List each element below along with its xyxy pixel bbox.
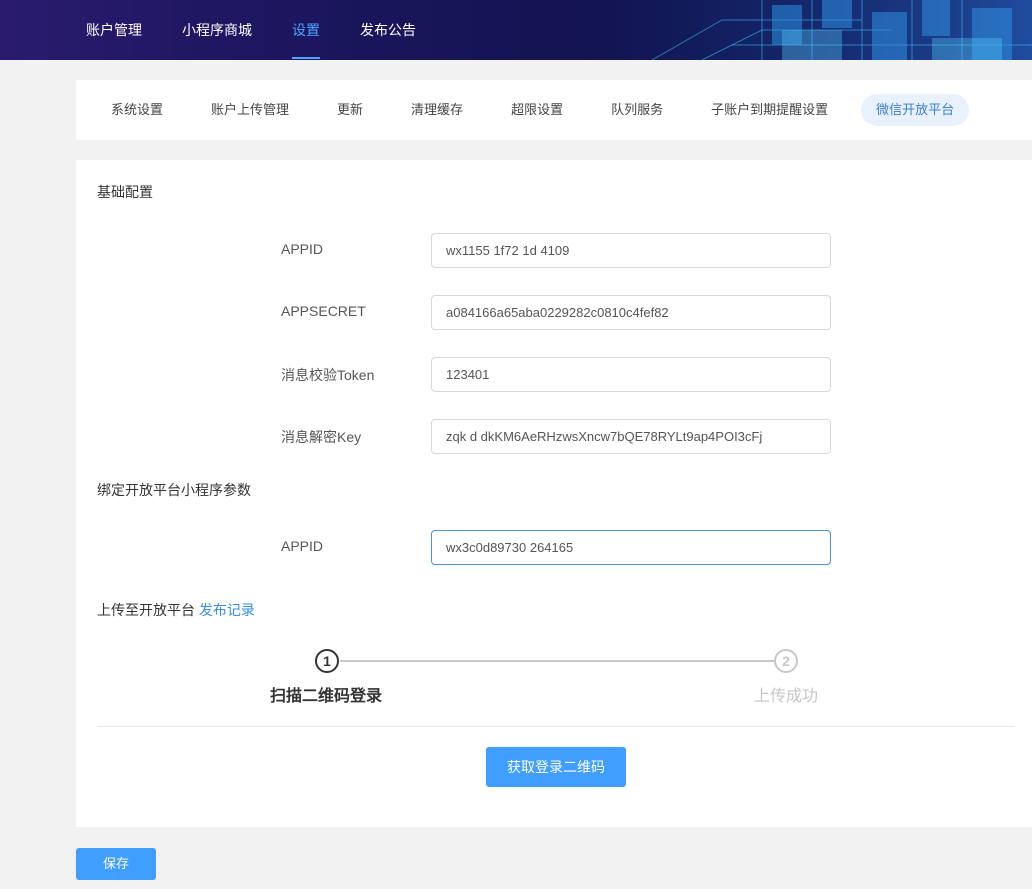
tab-clear-cache[interactable]: 清理缓存 bbox=[396, 94, 478, 126]
nav-mini-program-mall[interactable]: 小程序商城 bbox=[182, 0, 252, 60]
basic-config-title: 基础配置 bbox=[97, 184, 153, 200]
settings-tabs: 系统设置 账户上传管理 更新 清理缓存 超限设置 队列服务 子账户到期提醒设置 … bbox=[76, 80, 1032, 140]
step-connector-line bbox=[340, 660, 775, 662]
encrypt-key-label: 消息解密Key bbox=[281, 429, 362, 445]
step-2-title: 上传成功 bbox=[754, 688, 819, 705]
appid-label: APPID bbox=[281, 241, 324, 257]
encrypt-key-input[interactable] bbox=[431, 419, 831, 454]
divider bbox=[97, 726, 1015, 727]
upload-steps: 1 2 扫描二维码登录 上传成功 bbox=[76, 648, 1032, 708]
upload-title-text: 上传至开放平台 bbox=[97, 602, 195, 618]
tab-wechat-open-platform[interactable]: 微信开放平台 bbox=[861, 94, 970, 126]
tab-queue-service[interactable]: 队列服务 bbox=[596, 94, 678, 126]
nav-account-management[interactable]: 账户管理 bbox=[86, 0, 142, 60]
step-2-circle: 2 bbox=[774, 649, 798, 673]
bind-appid-input[interactable] bbox=[431, 530, 831, 565]
bind-appid-label: APPID bbox=[281, 538, 324, 554]
publish-records-link[interactable]: 发布记录 bbox=[199, 602, 255, 618]
header-decoration-graphic bbox=[612, 0, 1032, 60]
settings-card: 基础配置 APPID APPSECRET 消息校验Token 消息解密Key 绑… bbox=[76, 160, 1032, 827]
save-button[interactable]: 保存 bbox=[76, 848, 156, 880]
tab-sub-account-expiry-reminder[interactable]: 子账户到期提醒设置 bbox=[696, 94, 843, 126]
step-1-title: 扫描二维码登录 bbox=[270, 688, 383, 705]
step-1-circle: 1 bbox=[315, 649, 339, 673]
tab-update[interactable]: 更新 bbox=[322, 94, 378, 126]
bind-params-title: 绑定开放平台小程序参数 bbox=[97, 482, 251, 498]
token-input[interactable] bbox=[431, 357, 831, 392]
main-nav: 账户管理 小程序商城 设置 发布公告 bbox=[86, 0, 456, 60]
token-label: 消息校验Token bbox=[281, 367, 375, 383]
top-header: 账户管理 小程序商城 设置 发布公告 bbox=[0, 0, 1032, 60]
get-login-qrcode-button[interactable]: 获取登录二维码 bbox=[486, 747, 626, 787]
upload-section-title: 上传至开放平台 发布记录 bbox=[97, 600, 255, 620]
nav-settings[interactable]: 设置 bbox=[292, 0, 320, 60]
nav-publish-announcement[interactable]: 发布公告 bbox=[360, 0, 416, 60]
appid-input[interactable] bbox=[431, 233, 831, 268]
tab-account-upload-management[interactable]: 账户上传管理 bbox=[196, 94, 304, 126]
tab-limit-settings[interactable]: 超限设置 bbox=[496, 94, 578, 126]
appsecret-label: APPSECRET bbox=[281, 303, 366, 319]
tab-system-settings[interactable]: 系统设置 bbox=[96, 94, 178, 126]
appsecret-input[interactable] bbox=[431, 295, 831, 330]
